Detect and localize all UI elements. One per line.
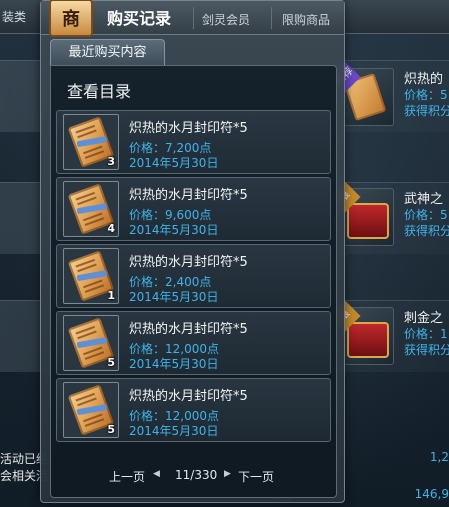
item-name: 炽热的水月封印符*5 bbox=[129, 322, 248, 337]
item-slot[interactable]: 4 bbox=[63, 181, 119, 237]
item-quantity: 4 bbox=[107, 222, 115, 235]
purchase-date: 2014年5月30日 bbox=[129, 357, 219, 371]
item-slot[interactable]: 5 bbox=[63, 382, 119, 438]
item-name: 炽热的水月封印符*5 bbox=[129, 389, 248, 404]
item-name: 炽热的水月封印符*5 bbox=[129, 255, 248, 270]
item-quantity: 5 bbox=[107, 356, 115, 369]
purchase-date: 2014年5月30日 bbox=[129, 290, 219, 304]
shop-item-name: 武神之 bbox=[404, 192, 444, 207]
points-value: 1,2 bbox=[429, 450, 449, 464]
shop-item-points: 获得积分 bbox=[404, 343, 449, 357]
tab-recent-purchases[interactable]: 最近购买内容 bbox=[50, 39, 165, 65]
purchase-date: 2014年5月30日 bbox=[129, 223, 219, 237]
item-slot[interactable]: 5 bbox=[63, 315, 119, 371]
tab-divider bbox=[193, 7, 194, 29]
pagination: 上一页 ◀ 11/330 ▶ 下一页 bbox=[51, 468, 338, 488]
next-page-link[interactable]: 下一页 bbox=[238, 468, 274, 485]
purchase-row[interactable]: 5 炽热的水月封印符*5 价格：12,000点 2014年5月30日 bbox=[56, 378, 331, 442]
shop-item-price: 价格：5 bbox=[404, 88, 448, 102]
arrow-right-icon[interactable]: ▶ bbox=[224, 469, 231, 479]
shop-item-price: 价格：5 bbox=[404, 208, 448, 222]
tab-membership[interactable]: 剑灵会员 bbox=[202, 11, 250, 28]
item-name: 炽热的水月封印符*5 bbox=[129, 121, 248, 136]
purchase-row[interactable]: 4 炽热的水月封印符*5 价格：9,600点 2014年5月30日 bbox=[56, 177, 331, 241]
purchase-date: 2014年5月30日 bbox=[129, 424, 219, 438]
shop-item-card[interactable]: 限 刺金之 价格：1 获得积分 bbox=[329, 300, 449, 383]
item-quantity: 3 bbox=[107, 155, 115, 168]
tab-limited-items[interactable]: 限购商品 bbox=[282, 11, 330, 28]
purchase-row[interactable]: 1 炽热的水月封印符*5 价格：2,400点 2014年5月30日 bbox=[56, 244, 331, 308]
item-quantity: 5 bbox=[107, 423, 115, 436]
shop-logo-icon: 商 bbox=[49, 0, 93, 37]
shop-tab-equipment[interactable]: 装类 bbox=[2, 0, 26, 34]
purchase-row[interactable]: 3 炽热的水月封印符*5 价格：7,200点 2014年5月30日 bbox=[56, 110, 331, 174]
item-slot[interactable]: 3 bbox=[63, 114, 119, 170]
shop-item-points: 获得积分 bbox=[404, 224, 449, 238]
item-slot[interactable]: 1 bbox=[63, 248, 119, 304]
shop-item-points: 获得积分 bbox=[404, 104, 449, 118]
page-indicator: 11/330 bbox=[175, 468, 218, 482]
purchase-history-window: 商 购买记录 剑灵会员 限购商品 最近购买内容 查看目录 3 炽热的水月封印符*… bbox=[40, 0, 345, 503]
catalog-title: 查看目录 bbox=[67, 82, 132, 101]
shop-item-price: 价格：1 bbox=[404, 327, 448, 341]
tab-purchase-history[interactable]: 购买记录 bbox=[107, 5, 171, 29]
item-name: 炽热的水月封印符*5 bbox=[129, 188, 248, 203]
purchase-row[interactable]: 5 炽热的水月封印符*5 价格：12,000点 2014年5月30日 bbox=[56, 311, 331, 375]
prev-page-link[interactable]: 上一页 bbox=[109, 468, 145, 485]
shop-item-name: 刺金之 bbox=[404, 311, 444, 326]
window-header: 商 购买记录 剑灵会员 限购商品 bbox=[41, 0, 344, 37]
shop-item-name: 炽热的 bbox=[404, 72, 444, 87]
shop-item-card[interactable]: 限 武神之 价格：5 获得积分 bbox=[329, 181, 449, 264]
tab-divider bbox=[271, 7, 272, 29]
arrow-left-icon[interactable]: ◀ bbox=[153, 469, 160, 479]
shop-item-card[interactable]: 推荐 炽热的 价格：5 获得积分 bbox=[329, 61, 449, 144]
points-value: 146,9 bbox=[414, 487, 449, 501]
purchase-date: 2014年5月30日 bbox=[129, 156, 219, 170]
item-quantity: 1 bbox=[107, 289, 115, 302]
purchase-list: 3 炽热的水月封印符*5 价格：7,200点 2014年5月30日 4 炽热的水… bbox=[56, 110, 331, 445]
purchase-list-panel: 查看目录 3 炽热的水月封印符*5 价格：7,200点 2014年5月30日 4… bbox=[50, 65, 337, 498]
